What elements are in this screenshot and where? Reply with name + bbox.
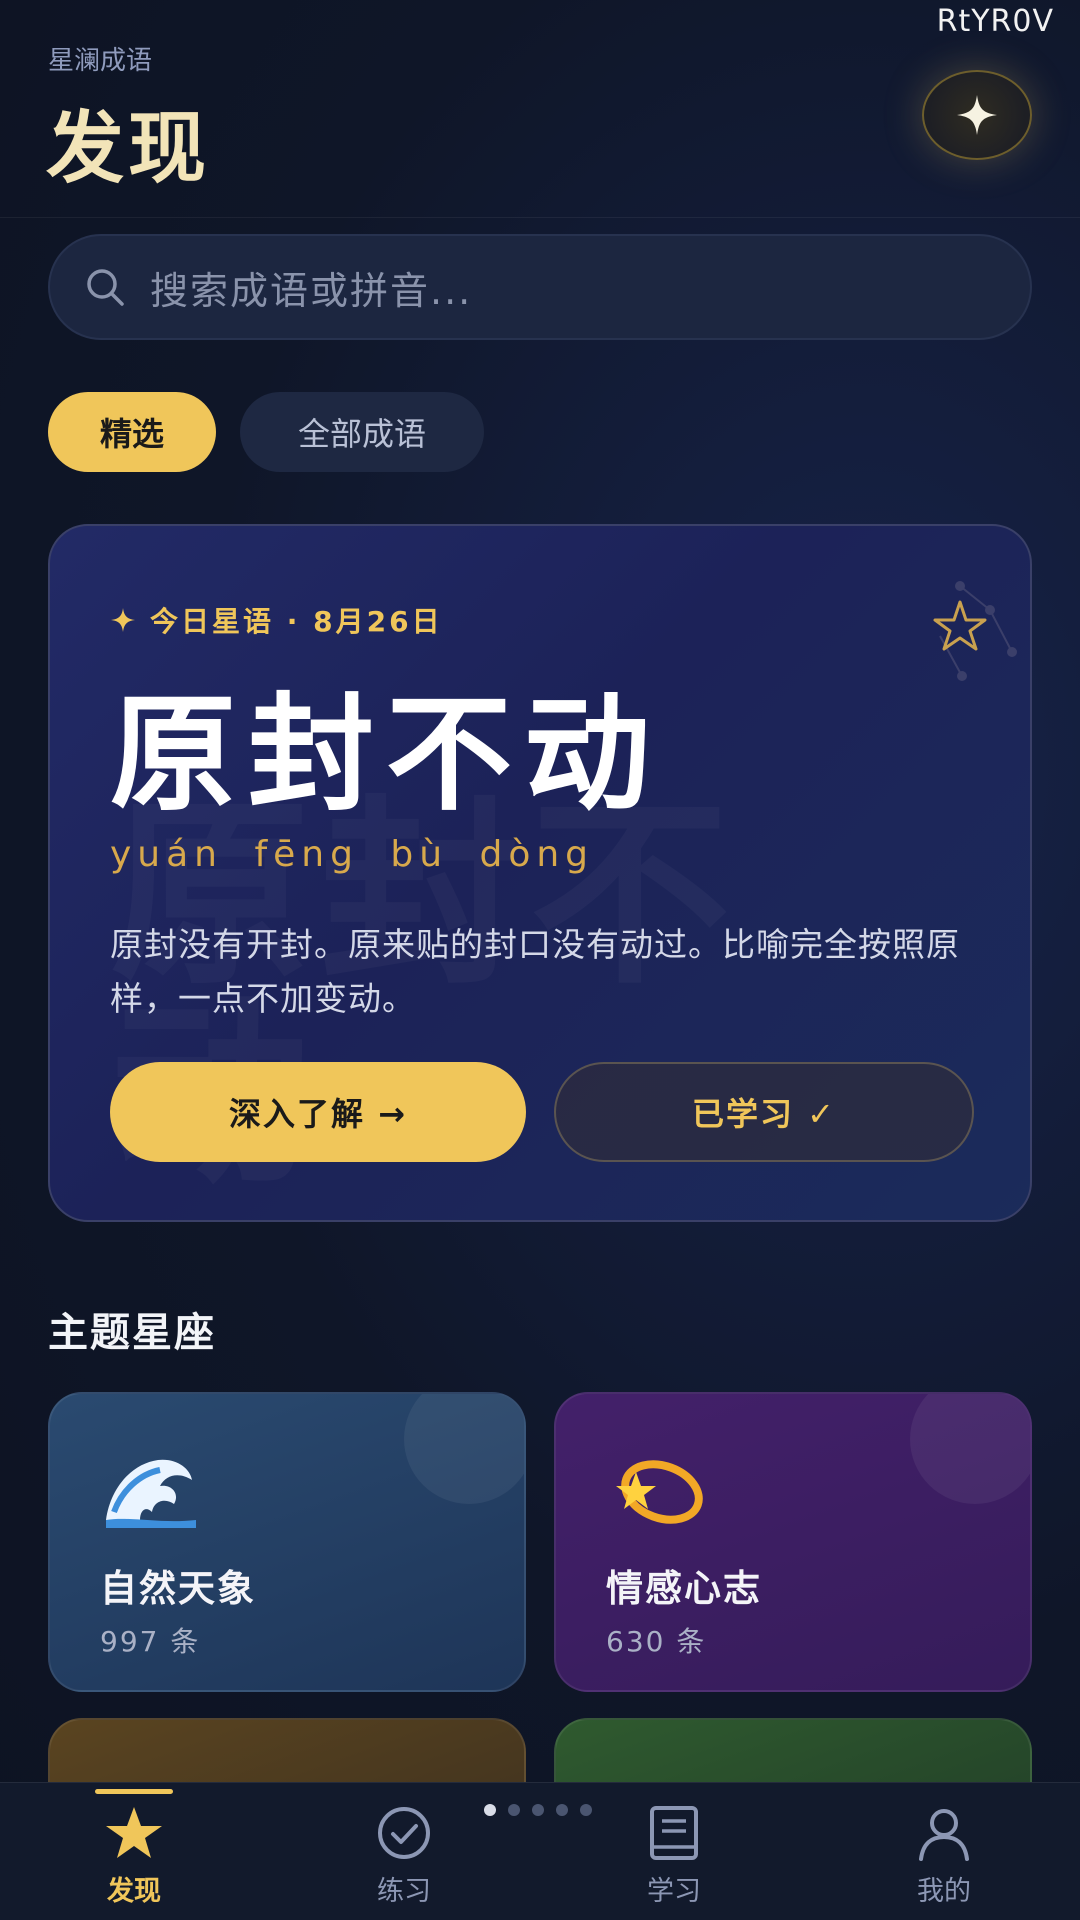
page-dot-active [484, 1804, 496, 1816]
search-icon [87, 269, 124, 306]
card-eyebrow-text: 今日星语 · 8月26日 [150, 605, 443, 638]
idiom-description: 原封没有开封。原来贴的封口没有动过。比喻完全按照原样，一点不加变动。 [110, 925, 960, 1018]
idiom-text: 原封不动 [110, 681, 662, 828]
theme-title: 自然天象 [100, 1567, 256, 1610]
search-input[interactable]: 搜索成语或拼音... [150, 260, 472, 315]
filter-chips: 精选 全部成语 [48, 392, 484, 472]
learn-more-button[interactable]: 深入了解 → [110, 1062, 526, 1162]
favorite-star-icon[interactable] [900, 566, 1020, 686]
theme-card-emotion[interactable]: 情感心志 630 条 [554, 1392, 1032, 1692]
chip-featured[interactable]: 精选 [48, 392, 216, 472]
tab-label: 学习 [647, 1876, 701, 1907]
active-tab-indicator [95, 1789, 173, 1794]
learned-button[interactable]: 已学习 ✓ [554, 1062, 974, 1162]
book-icon [650, 1806, 698, 1860]
tab-study[interactable]: 学习 [594, 1783, 754, 1920]
search-bar[interactable]: 搜索成语或拼音... [48, 234, 1032, 340]
star-icon [106, 1807, 162, 1858]
app-name: 星澜成语 [48, 46, 153, 76]
page-indicator [484, 1804, 592, 1816]
theme-count: 997 条 [100, 1625, 201, 1658]
daily-idiom-card[interactable]: 原封不 动 今日星语 · 8月26日 原封不动 yuán fēng bù dòn… [48, 524, 1032, 1222]
shooting-star-icon [616, 1460, 703, 1524]
tab-profile[interactable]: 我的 [864, 1783, 1024, 1920]
card-eyebrow: 今日星语 · 8月26日 [110, 600, 443, 640]
tab-discover[interactable]: 发现 [54, 1783, 214, 1920]
page-dot [532, 1804, 544, 1816]
check-circle-icon [378, 1807, 430, 1859]
page-title: 发现 [46, 104, 211, 194]
sparkle-button[interactable] [922, 70, 1032, 160]
bottom-tab-bar: 发现 练习 学习 我的 [0, 1782, 1080, 1920]
idiom-pinyin: yuán fēng bù dòng [110, 834, 595, 875]
discover-page: RtYR0V 星澜成语 发现 搜索成语或拼音... 精选 全部成语 原封不 动 … [0, 0, 1080, 1920]
card-glow [910, 1394, 1030, 1504]
tab-practice[interactable]: 练习 [324, 1783, 484, 1920]
wave-icon [106, 1459, 196, 1528]
sparkle-icon [957, 95, 997, 135]
tab-label: 发现 [107, 1876, 161, 1907]
page-dot [556, 1804, 568, 1816]
user-icon [919, 1809, 969, 1861]
small-sparkle-icon [111, 608, 135, 632]
chip-all-idioms[interactable]: 全部成语 [240, 392, 484, 472]
page-dot [580, 1804, 592, 1816]
theme-card-nature[interactable]: 自然天象 997 条 [48, 1392, 526, 1692]
card-glow [404, 1394, 524, 1504]
section-title-themes: 主题星座 [48, 1310, 216, 1356]
theme-title: 情感心志 [606, 1567, 762, 1610]
header: 星澜成语 发现 [0, 0, 1080, 218]
tab-label: 我的 [917, 1876, 971, 1907]
page-dot [508, 1804, 520, 1816]
tab-label: 练习 [377, 1876, 431, 1907]
theme-count: 630 条 [606, 1625, 707, 1658]
